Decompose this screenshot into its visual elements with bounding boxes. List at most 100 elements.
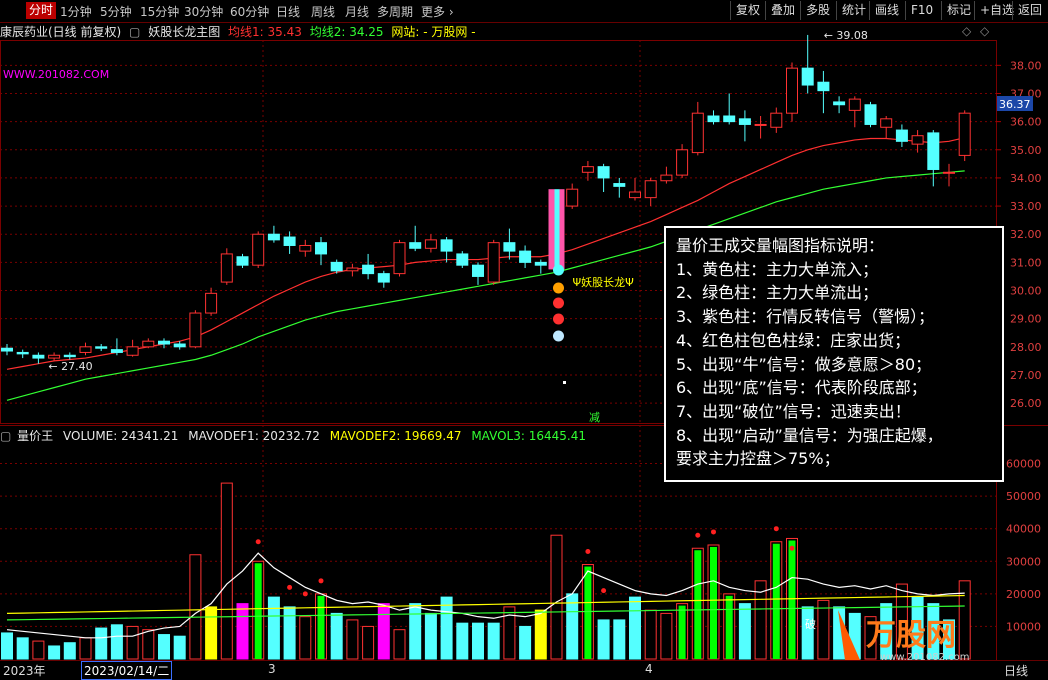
note-item: 1、黄色柱：主力大单流入； xyxy=(676,259,879,279)
candle-up xyxy=(644,180,657,199)
notes-title: 量价王成交量幅图指标说明： xyxy=(676,236,885,255)
note-item: 4、红色柱包色柱绿：庄家出货； xyxy=(676,330,911,350)
toolbar-button-6[interactable]: 标记 xyxy=(941,1,976,20)
month-4-label: 4 xyxy=(645,662,653,676)
tab-period-9[interactable]: 多周期 xyxy=(377,3,413,20)
po-label: 破 xyxy=(805,617,816,631)
month-3-label: 3 xyxy=(268,662,276,676)
volume-bar-down xyxy=(283,606,296,660)
low-price-label: ← 27.40 xyxy=(48,360,92,373)
price-axis-label: 34.00 xyxy=(1010,172,1042,185)
tab-period-1[interactable]: 1分钟 xyxy=(60,3,92,20)
toolbar-button-4[interactable]: 画线 xyxy=(869,1,904,20)
volume-signal-dot xyxy=(318,578,324,584)
candle-up xyxy=(754,123,767,126)
stock-name[interactable]: 康辰药业(日线 前复权) xyxy=(0,25,121,39)
volume-signal-dot xyxy=(711,529,716,535)
tab-fenshi[interactable]: 分时 xyxy=(26,2,57,19)
candle-down xyxy=(377,273,390,283)
zoom-icon[interactable]: ◇ xyxy=(962,24,971,38)
indicator-notes-box: 量价王成交量幅图指标说明： 1、黄色柱：主力大单流入； 2、绿色柱：主力大单流出； 3… xyxy=(664,226,1004,482)
candle-up xyxy=(958,112,971,156)
price-axis-label: 27.00 xyxy=(1010,369,1042,382)
site-name: - 万股网 - xyxy=(423,25,476,39)
candle-up xyxy=(220,253,233,283)
candle-up xyxy=(660,174,673,182)
candle-up xyxy=(252,233,265,266)
price-axis-label: 32.00 xyxy=(1010,228,1042,241)
volume-signal-dot xyxy=(255,539,261,545)
candle-up xyxy=(581,166,594,173)
volume-bar-up xyxy=(644,609,657,660)
candle-down xyxy=(409,242,422,249)
candle-down xyxy=(63,354,76,358)
volume-bar-up xyxy=(126,625,139,660)
chart-title-bar: 康辰药业(日线 前复权) ▢ 妖股长龙主图 均线1: 35.43 均线2: 34… xyxy=(0,23,480,40)
volume-bar-down xyxy=(48,645,61,660)
volume-bar-down xyxy=(738,603,751,660)
toolbar-button-0[interactable]: 复权 xyxy=(730,1,765,20)
toolbar-button-5[interactable]: F10 xyxy=(905,1,938,20)
tab-period-10[interactable]: 更多 › xyxy=(421,3,454,20)
mavodef2-value: MAVODEF2: 19669.47 xyxy=(329,429,462,443)
tab-period-4[interactable]: 30分钟 xyxy=(184,3,223,20)
price-axis-label: 31.00 xyxy=(1010,256,1042,269)
tab-period-7[interactable]: 周线 xyxy=(311,3,335,20)
candle-up xyxy=(205,292,218,314)
volume-axis-label: 20000 xyxy=(1006,588,1041,601)
volume-bar-down xyxy=(267,596,280,660)
candle-up xyxy=(629,191,641,199)
ma2-label: 均线2: 34.25 xyxy=(309,25,384,39)
cube-icon xyxy=(553,330,564,342)
signal-candle-pink xyxy=(559,189,565,270)
toolbar-button-1[interactable]: 叠加 xyxy=(765,1,800,20)
mavodef1-value: MAVODEF1: 20232.72 xyxy=(188,429,320,443)
price-axis-label: 38.00 xyxy=(1010,59,1042,72)
volume-indicator-icon[interactable]: ▢ xyxy=(0,429,11,443)
toolbar-button-2[interactable]: 多股 xyxy=(800,1,835,20)
candle-down xyxy=(817,81,830,92)
price-axis-label: 36.00 xyxy=(1010,116,1042,129)
note-item: 5、出现“牛”信号：做多意愿＞80； xyxy=(676,354,932,374)
volume-axis-label: 10000 xyxy=(1006,620,1041,633)
indicator-name[interactable]: 妖股长龙主图 xyxy=(148,25,220,39)
tab-period-3[interactable]: 15分钟 xyxy=(140,3,179,20)
date-axis-bar: 2023年 2023/02/14/二 3 4 日线 xyxy=(0,660,1048,680)
gem-icon xyxy=(553,313,564,325)
volume-indicator-name[interactable]: 量价王 xyxy=(17,429,53,443)
volume-title-bar: ▢ 量价王 VOLUME: 24341.21 MAVODEF1: 20232.7… xyxy=(0,427,592,443)
volume-axis-label: 30000 xyxy=(1006,555,1041,568)
candle-down xyxy=(236,256,249,266)
volume-bar-down xyxy=(456,622,469,660)
volume-bar-down xyxy=(173,635,186,660)
ma1-label: 均线1: 35.43 xyxy=(228,25,302,39)
signal-label: Ψ妖股长龙Ψ xyxy=(573,275,635,289)
candle-down xyxy=(738,118,751,125)
expand-icon[interactable]: ◇ xyxy=(980,24,989,38)
volume-signal-dot xyxy=(287,584,293,590)
volume-bar-green-inner xyxy=(694,550,702,659)
candle-down xyxy=(519,250,532,263)
volume-value: VOLUME: 24341.21 xyxy=(63,429,179,443)
volume-bar-down xyxy=(16,637,29,660)
watermark-url: WWW.201082.COM xyxy=(3,68,110,81)
tab-period-8[interactable]: 月线 xyxy=(345,3,369,20)
candle-down xyxy=(158,340,170,345)
tab-period-2[interactable]: 5分钟 xyxy=(100,3,132,20)
cursor-date-label: 2023/02/14/二 xyxy=(81,661,173,680)
period-label: 日线 xyxy=(1004,664,1029,678)
volume-bar-down xyxy=(330,612,343,660)
candle-up xyxy=(676,149,689,176)
candle-up xyxy=(393,242,406,275)
tab-period-5[interactable]: 60分钟 xyxy=(230,3,269,20)
candle-down xyxy=(173,343,186,348)
volume-bar-green-inner xyxy=(254,563,262,659)
tab-period-6[interactable]: 日线 xyxy=(276,3,300,20)
toolbar-button-8[interactable]: 返回 xyxy=(1012,1,1047,20)
current-price-label: 36.37 xyxy=(999,98,1031,111)
indicator-dropdown-icon[interactable]: ▢ xyxy=(129,25,140,39)
volume-bar-up xyxy=(817,599,830,660)
toolbar-button-3[interactable]: 统计 xyxy=(836,1,871,20)
volume-axis-label: 50000 xyxy=(1006,490,1041,503)
candle-down xyxy=(864,104,877,125)
